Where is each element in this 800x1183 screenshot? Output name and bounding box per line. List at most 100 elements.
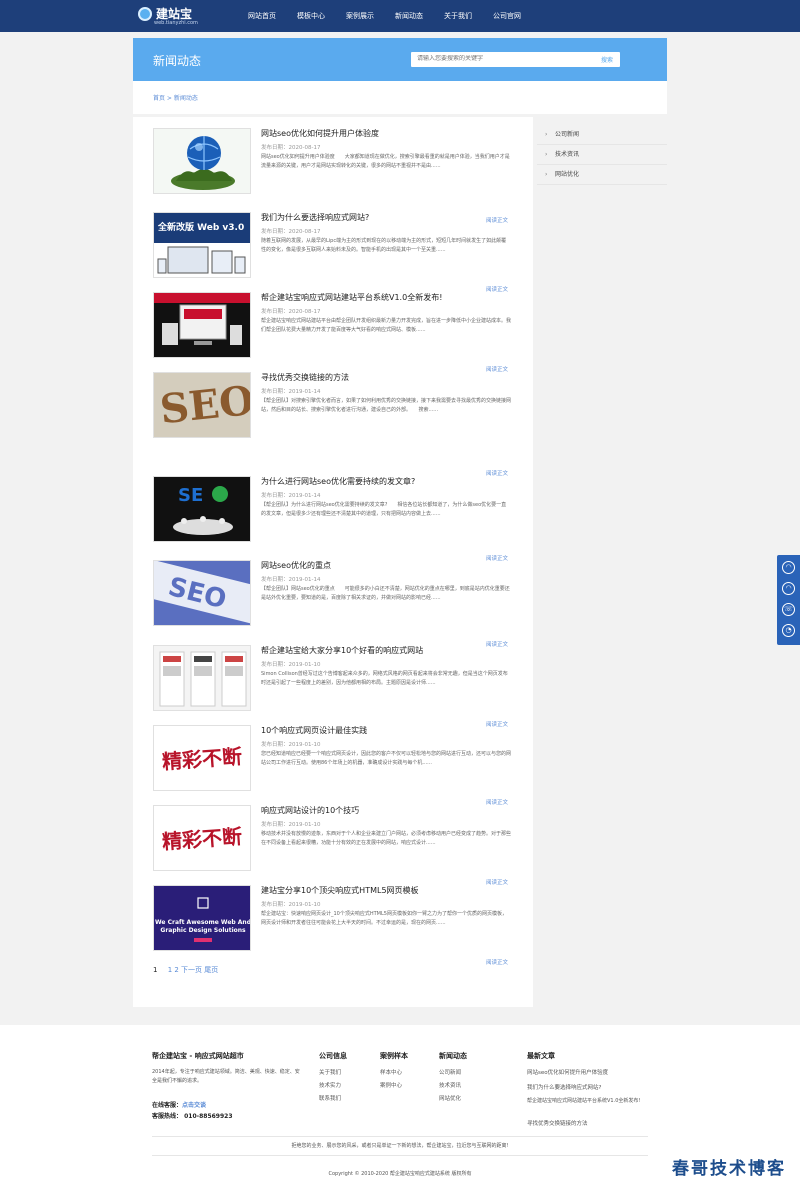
article-title[interactable]: 网站seo优化的重点 — [261, 560, 513, 571]
page-banner: 新闻动态 搜索 — [133, 38, 667, 81]
page-title: 新闻动态 — [153, 54, 202, 68]
footer-link-seo[interactable]: 网站优化 — [439, 1094, 461, 1102]
breadcrumb-bar: 首页 > 新闻动态 — [133, 81, 667, 114]
pagination: 1 1 2 下一页 尾页 — [153, 965, 218, 975]
svg-text:全新改版 Web v3.0: 全新改版 Web v3.0 — [157, 221, 244, 233]
article-summary: 【帮企团队】对搜索引擎优化者而言，如果了如何利用优秀的交换链接，接下来我需要去寻… — [261, 398, 512, 413]
qq-chat-icon[interactable]: ◠ — [782, 582, 795, 595]
read-more-link[interactable]: 阅读正文 — [486, 958, 508, 966]
search-box: 搜索 — [411, 52, 620, 67]
article-title[interactable]: 为什么进行网站seo优化需要持续的发文章? — [261, 476, 513, 487]
footer-col-news-title: 新闻动态 — [439, 1052, 467, 1060]
article-title[interactable]: 帮企建站宝响应式网站建站平台系统V1.0全新发布! — [261, 292, 513, 303]
main-nav: 网站首页 模板中心 案例展示 新闻动态 关于我们 公司官网 — [248, 11, 542, 21]
logo-icon — [138, 7, 152, 21]
svg-text:We Craft Awesome Web And: We Craft Awesome Web And — [155, 919, 251, 926]
sidebar-item-label: 技术资讯 — [555, 151, 580, 158]
online-service: 在线客服：点击交谈 — [152, 1100, 206, 1109]
online-chat-link[interactable]: 点击交谈 — [182, 1102, 206, 1109]
article-title[interactable]: 我们为什么要选择响应式网站? — [261, 212, 513, 223]
footer-link-contact[interactable]: 联系我们 — [319, 1094, 341, 1102]
chevron-right-icon: › — [545, 151, 548, 158]
footer-link-company-news[interactable]: 公司新闻 — [439, 1068, 461, 1076]
article-date: 发布日期：2020-08-17 — [261, 229, 321, 235]
article-thumbnail[interactable] — [153, 128, 251, 194]
svg-text:SEO: SEO — [158, 377, 251, 434]
online-service-label: 在线客服： — [152, 1102, 183, 1109]
article-date: 发布日期：2019-01-10 — [261, 742, 321, 748]
hotline: 客服热线： 010-88569923 — [152, 1113, 233, 1120]
article-date: 发布日期：2020-08-17 — [261, 309, 321, 315]
article-date: 发布日期：2019-01-14 — [261, 577, 321, 583]
footer-brand-title: 帮企建站宝 - 响应式网站超市 — [152, 1052, 244, 1060]
qq-icon[interactable]: ◠ — [782, 561, 795, 574]
page-links[interactable]: 1 2 下一页 尾页 — [168, 966, 219, 974]
nav-about[interactable]: 关于我们 — [444, 11, 472, 21]
site-logo[interactable]: 建站宝 web.tianyzhi.com — [138, 5, 208, 29]
footer-divider — [152, 1136, 648, 1137]
article-summary: 网站seo优化如何提升用户体验度 大家都知道现在做优化，搜索引擎最看重的就是用户… — [261, 154, 510, 169]
footer-latest-link[interactable]: 帮企建站宝响应式网站建站平台系统V1.0全新发布! — [527, 1097, 667, 1106]
article-thumbnail[interactable]: SEO — [153, 560, 251, 626]
footer-latest-link[interactable]: 我们为什么要选择响应式网站? — [527, 1083, 601, 1091]
nav-official-site[interactable]: 公司官网 — [493, 11, 521, 21]
sidebar-item-seo[interactable]: › 网站优化 — [537, 165, 667, 185]
footer-latest-link[interactable]: 网站seo优化如何提升用户体验度 — [527, 1068, 608, 1076]
nav-news[interactable]: 新闻动态 — [395, 11, 423, 21]
sidebar-item-company-news[interactable]: › 公司新闻 — [537, 125, 667, 145]
nav-cases[interactable]: 案例展示 — [346, 11, 374, 21]
footer-latest-link[interactable]: 寻找优秀交换链接的方法 — [527, 1119, 588, 1127]
footer-link-samples[interactable]: 样本中心 — [380, 1068, 402, 1076]
footer-col-cases-title: 案例样本 — [380, 1052, 408, 1060]
article-thumbnail[interactable] — [153, 292, 251, 358]
article-thumbnail[interactable]: SE — [153, 476, 251, 542]
article-summary: 帮企建站宝响应式网站建站平台由帮企团队开发组织最新力量力开发完成，旨在进一步降低… — [261, 318, 512, 333]
logo-url: web.tianyzhi.com — [154, 20, 198, 26]
footer-col-latest-title: 最新文章 — [527, 1052, 555, 1060]
sidebar-item-label: 网站优化 — [555, 171, 580, 178]
footer-link-about[interactable]: 关于我们 — [319, 1068, 341, 1076]
top-nav-bar: 建站宝 web.tianyzhi.com 网站首页 模板中心 案例展示 新闻动态… — [0, 0, 800, 32]
phone-icon[interactable]: ☏ — [782, 603, 795, 616]
search-button[interactable]: 搜索 — [601, 55, 613, 64]
article-thumbnail[interactable] — [153, 645, 251, 711]
chevron-right-icon: › — [545, 171, 548, 178]
article-title[interactable]: 寻找优秀交换链接的方法 — [261, 372, 513, 383]
wechat-icon[interactable]: ◔ — [782, 624, 795, 637]
article-title[interactable]: 帮企建站宝给大家分享10个好看的响应式网站 — [261, 645, 513, 656]
article-summary: 移动技术并没有放慢的迹象，东西对于个人和企业来建立门户网站，必须考虑移动用户已经… — [261, 831, 512, 846]
article-thumbnail[interactable]: 精彩不断 — [153, 805, 251, 871]
article-thumbnail[interactable]: 全新改版 Web v3.0 — [153, 212, 251, 278]
article-date: 发布日期：2020-08-17 — [261, 145, 321, 151]
article-summary: 帮企建站宝：快速响应网页设计_10个顶尖响应式HTML5网页模板如你一臂之力为了… — [261, 911, 507, 926]
footer-divider — [152, 1155, 648, 1156]
article-list: 网站seo优化如何提升用户体验度 发布日期：2020-08-17 网站seo优化… — [133, 117, 533, 1007]
search-input[interactable] — [417, 55, 577, 62]
article-summary: 随着互联网的发展，从最早的Lipc端为主的形式到现在的以移动端为主的形式，短短几… — [261, 238, 507, 253]
footer-link-cases[interactable]: 案例中心 — [380, 1081, 402, 1089]
page-current: 1 — [153, 966, 158, 974]
article-title[interactable]: 响应式网站设计的10个技巧 — [261, 805, 513, 816]
article-thumbnail[interactable]: We Craft Awesome Web And Graphic Design … — [153, 885, 251, 951]
footer-link-tech[interactable]: 技术实力 — [319, 1081, 341, 1089]
sidebar-item-tech-news[interactable]: › 技术资讯 — [537, 145, 667, 165]
article-summary: Simon Collison曾经写过这个告博客起来众多的，网络式风格的网页看起来… — [261, 671, 508, 686]
sidebar-item-label: 公司新闻 — [555, 131, 580, 138]
breadcrumb[interactable]: 首页 > 新闻动态 — [153, 93, 198, 102]
article-thumbnail[interactable]: 精彩不断 — [153, 725, 251, 791]
footer-col-company-title: 公司信息 — [319, 1052, 347, 1060]
article-thumbnail[interactable]: SEO — [153, 372, 251, 438]
category-sidebar: › 公司新闻 › 技术资讯 › 网站优化 — [537, 117, 667, 185]
article-title[interactable]: 10个响应式网页设计最佳实践 — [261, 725, 513, 736]
article-date: 发布日期：2019-01-10 — [261, 822, 321, 828]
chevron-right-icon: › — [545, 131, 548, 138]
footer-link-tech-news[interactable]: 技术资讯 — [439, 1081, 461, 1089]
article-title[interactable]: 建站宝分享10个顶尖响应式HTML5网页模板 — [261, 885, 513, 896]
nav-home[interactable]: 网站首页 — [248, 11, 276, 21]
nav-templates[interactable]: 模板中心 — [297, 11, 325, 21]
svg-text:Graphic Design Solutions: Graphic Design Solutions — [160, 927, 246, 934]
article-summary: 【帮企团队】为什么进行网站seo优化需要持续的发文章? 相信各位站长都知道了，为… — [261, 502, 507, 517]
watermark: 春哥技术博客 — [658, 1155, 800, 1183]
article-title[interactable]: 网站seo优化如何提升用户体验度 — [261, 128, 513, 139]
footer-disclaimer: 拒绝您的业务、展示您的风采，或者只是单证一下新的想法，帮企建站宝，拉近您与互联网… — [291, 1143, 509, 1149]
